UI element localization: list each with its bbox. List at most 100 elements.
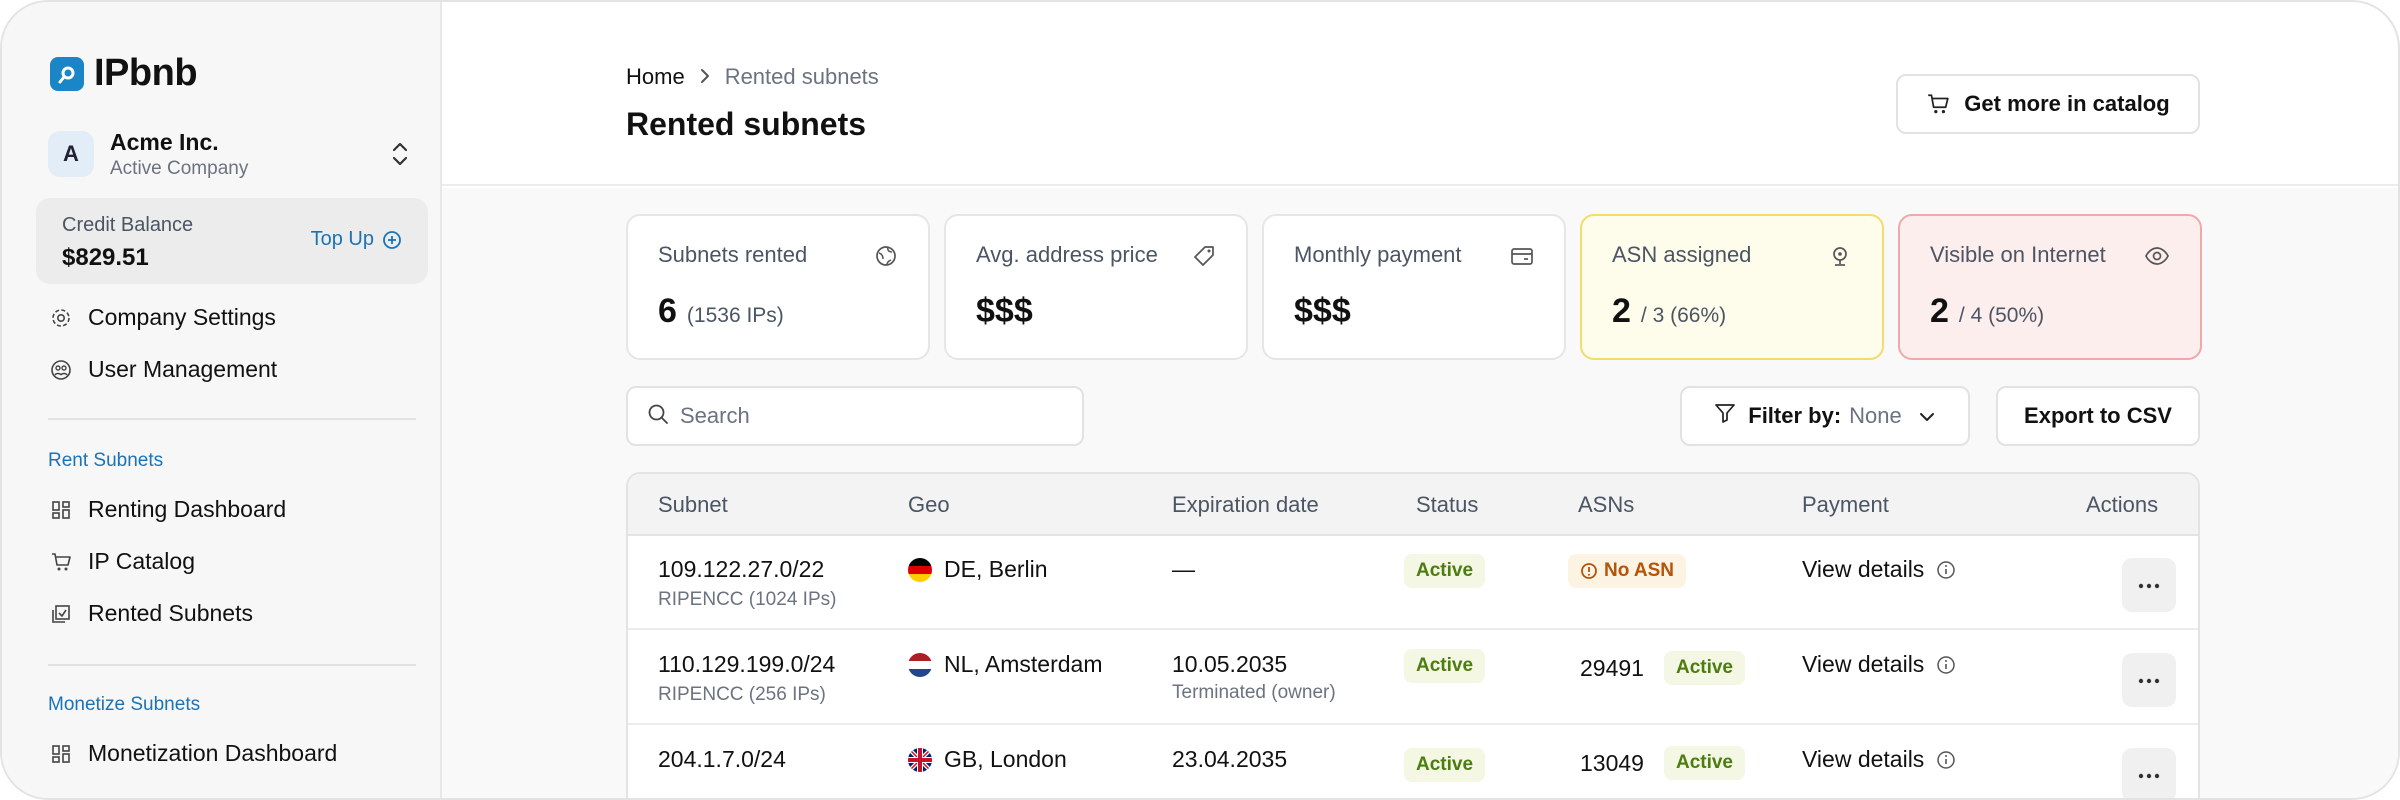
expiration-date: 23.04.2035 bbox=[1172, 746, 1288, 772]
column-header[interactable]: ASNs bbox=[1578, 492, 1634, 518]
catalog-button-label: Get more in catalog bbox=[1964, 91, 2170, 116]
stat-label: Visible on Internet bbox=[1930, 242, 2106, 267]
sidebar-divider bbox=[48, 664, 416, 666]
cart-icon bbox=[1926, 92, 1950, 116]
subnets-table: Subnet Geo Expiration date Status ASNs P… bbox=[626, 472, 2200, 798]
geo-location: NL, Amsterdam bbox=[944, 651, 1103, 677]
get-more-in-catalog-button[interactable]: Get more in catalog bbox=[1896, 74, 2200, 134]
sidebar-item-rented-subnets[interactable]: Rented Subnets bbox=[48, 600, 253, 627]
payment-label: View details bbox=[1802, 746, 1925, 772]
export-csv-button[interactable]: Export to CSV bbox=[1996, 386, 2200, 446]
credit-balance-value: $829.51 bbox=[62, 244, 149, 271]
sidebar-item-label: Company Settings bbox=[88, 304, 276, 330]
brand-logo[interactable]: IPbnb bbox=[50, 52, 198, 95]
gear-icon bbox=[48, 305, 74, 331]
column-header[interactable]: Status bbox=[1416, 492, 1478, 518]
table-row[interactable]: 110.129.199.0/24 RIPENCC (256 IPs) NL, A… bbox=[628, 631, 2198, 725]
table-header: Subnet Geo Expiration date Status ASNs P… bbox=[628, 474, 2198, 536]
plus-circle-icon bbox=[383, 230, 401, 249]
subnet-registry: RIPENCC (1024 IPs) bbox=[658, 589, 837, 610]
cart-icon bbox=[48, 549, 74, 575]
chevron-up-down-icon bbox=[390, 140, 410, 173]
search-icon bbox=[646, 402, 670, 431]
search-box[interactable] bbox=[626, 386, 1084, 446]
more-horizontal-icon bbox=[2138, 576, 2160, 594]
sidebar-item-label: IP Catalog bbox=[88, 548, 195, 574]
filter-label: Filter by: bbox=[1748, 403, 1842, 428]
stat-card-avg-address-price: Avg. address price $$$ bbox=[944, 214, 1248, 360]
column-header: Actions bbox=[2086, 492, 2159, 517]
content-area: Subnets rented 6 (1536 IPs) Avg. address… bbox=[442, 188, 2398, 798]
column-header[interactable]: Payment bbox=[1802, 492, 1889, 518]
info-icon[interactable] bbox=[1936, 560, 1956, 580]
subnet-registry: RIPENCC (256 IPs) bbox=[658, 684, 826, 705]
view-details-link[interactable]: View details bbox=[1802, 556, 1956, 583]
filter-icon bbox=[1714, 402, 1736, 430]
column-header[interactable]: Geo bbox=[908, 492, 950, 518]
grid-icon bbox=[48, 741, 74, 767]
warning-circle-icon bbox=[1581, 563, 1597, 579]
view-details-link[interactable]: View details bbox=[1802, 651, 1956, 678]
sidebar-item-user-management[interactable]: User Management bbox=[48, 356, 277, 383]
table-row[interactable]: 204.1.7.0/24 GB, London 23.04.2035 Activ… bbox=[628, 726, 2198, 798]
asn-badge-label: No ASN bbox=[1604, 560, 1675, 581]
row-actions-button[interactable] bbox=[2122, 653, 2176, 707]
app-window: IPbnb A Acme Inc. Active Company Credit … bbox=[0, 0, 2400, 800]
status-badge: Active bbox=[1404, 554, 1486, 588]
stat-detail: (1536 IPs) bbox=[686, 304, 784, 327]
tag-icon bbox=[1192, 244, 1216, 273]
subnet-address: 204.1.7.0/24 bbox=[658, 746, 786, 772]
sidebar-item-company-settings[interactable]: Company Settings bbox=[48, 304, 276, 331]
more-horizontal-icon bbox=[2138, 766, 2160, 784]
stat-card-asn-assigned: ASN assigned 2 / 3 (66%) bbox=[1580, 214, 1884, 360]
filter-dropdown[interactable]: Filter by: None bbox=[1680, 386, 1970, 446]
top-up-button[interactable]: Top Up bbox=[311, 228, 402, 251]
sidebar-item-label: Renting Dashboard bbox=[88, 496, 287, 522]
geo-location: GB, London bbox=[944, 746, 1067, 772]
info-icon[interactable] bbox=[1936, 655, 1956, 675]
row-actions-button[interactable] bbox=[2122, 558, 2176, 612]
view-details-link[interactable]: View details bbox=[1802, 746, 1956, 773]
logo-icon bbox=[50, 56, 84, 91]
column-header[interactable]: Subnet bbox=[658, 492, 728, 518]
sidebar-divider bbox=[48, 418, 416, 420]
stat-value: $$$ bbox=[1294, 292, 1351, 330]
search-input[interactable] bbox=[680, 403, 1060, 429]
sidebar-item-monetization-dashboard[interactable]: Monetization Dashboard bbox=[48, 740, 337, 767]
stat-value: 2 bbox=[1930, 292, 1949, 330]
sidebar-item-ip-catalog[interactable]: IP Catalog bbox=[48, 548, 195, 575]
sidebar-item-renting-dashboard[interactable]: Renting Dashboard bbox=[48, 496, 286, 523]
section-label-monetize: Monetize Subnets bbox=[48, 694, 201, 715]
stat-value: 2 bbox=[1612, 292, 1631, 330]
stat-label: Monthly payment bbox=[1294, 242, 1462, 267]
asn-status-badge: Active bbox=[1663, 746, 1745, 780]
company-avatar: A bbox=[48, 131, 94, 177]
table-row[interactable]: 109.122.27.0/22 RIPENCC (1024 IPs) DE, B… bbox=[628, 536, 2198, 630]
page-title: Rented subnets bbox=[626, 106, 867, 142]
top-up-label: Top Up bbox=[310, 228, 374, 250]
credit-balance-panel: Credit Balance $829.51 Top Up bbox=[36, 198, 428, 284]
sidebar-item-label: Monetization Dashboard bbox=[88, 740, 338, 766]
stat-detail: / 3 (66%) bbox=[1640, 304, 1727, 327]
row-actions-button[interactable] bbox=[2122, 748, 2176, 798]
expiration-date: 10.05.2035 bbox=[1172, 651, 1288, 677]
eye-icon bbox=[2144, 244, 2170, 273]
company-subtitle: Active Company bbox=[110, 157, 249, 179]
status-badge: Active bbox=[1404, 649, 1486, 683]
breadcrumb-current: Rented subnets bbox=[724, 64, 879, 89]
stat-label: Subnets rented bbox=[658, 242, 808, 267]
column-header[interactable]: Expiration date bbox=[1172, 492, 1319, 518]
company-switcher[interactable]: A Acme Inc. Active Company bbox=[48, 126, 418, 182]
flag-nl-icon bbox=[908, 652, 932, 677]
brand-name: IPbnb bbox=[94, 52, 198, 94]
stat-value: 6 bbox=[658, 292, 677, 330]
subnet-address: 110.129.199.0/24 bbox=[658, 651, 836, 677]
info-icon[interactable] bbox=[1936, 750, 1956, 770]
geo-location: DE, Berlin bbox=[944, 556, 1048, 582]
breadcrumb-home[interactable]: Home bbox=[626, 64, 685, 90]
section-label-rent: Rent Subnets bbox=[48, 450, 164, 471]
subnet-address: 109.122.27.0/22 bbox=[658, 556, 825, 582]
no-asn-badge: No ASN bbox=[1568, 554, 1687, 588]
credit-balance-label: Credit Balance bbox=[62, 214, 194, 236]
stat-value: $$$ bbox=[976, 292, 1033, 330]
